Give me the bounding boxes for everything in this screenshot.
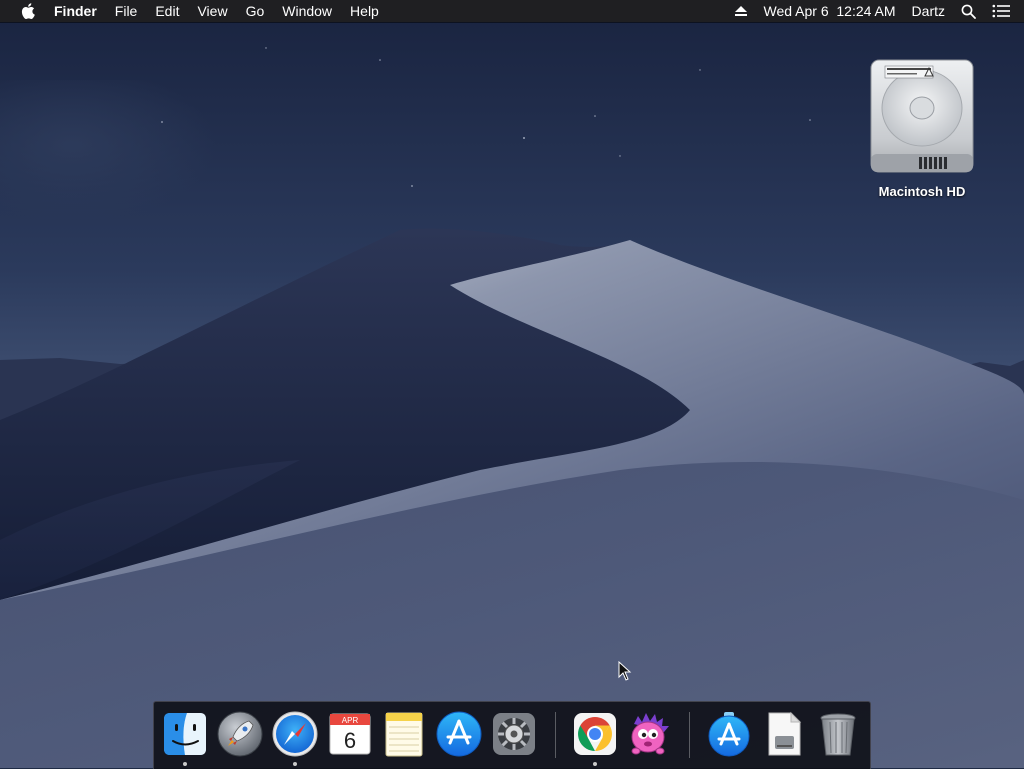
dock-running-indicator: [293, 762, 297, 766]
app-store-download-icon: [705, 710, 753, 758]
dock-document[interactable]: [760, 710, 808, 758]
apple-logo-icon[interactable]: [17, 0, 39, 22]
desktop-icon-label: Macintosh HD: [860, 184, 984, 199]
safari-compass-icon: [271, 710, 319, 758]
dock-app-store[interactable]: [435, 710, 483, 758]
menu-window[interactable]: Window: [273, 0, 341, 22]
gear-icon: [490, 710, 538, 758]
menu-file[interactable]: File: [106, 0, 147, 22]
dock-app-store-download[interactable]: [705, 710, 753, 758]
dock-trash[interactable]: [814, 710, 862, 758]
dock-calendar[interactable]: APR 6: [326, 710, 374, 758]
desktop-icon-macintosh-hd[interactable]: Macintosh HD: [860, 56, 984, 199]
launchpad-rocket-icon: [216, 710, 264, 758]
clock[interactable]: Wed Apr 6 12:24 AM: [756, 0, 904, 22]
dock-pink-creature-app[interactable]: [624, 710, 672, 758]
calendar-day: 6: [344, 728, 356, 753]
dock-running-indicator: [183, 762, 187, 766]
dock-separator: [555, 712, 556, 758]
dock-safari[interactable]: [271, 710, 319, 758]
dock-finder[interactable]: [161, 710, 209, 758]
list-icon[interactable]: [984, 4, 1024, 18]
search-icon[interactable]: [953, 4, 984, 19]
dock-separator: [689, 712, 690, 758]
menu-go[interactable]: Go: [237, 0, 274, 22]
dock-system-preferences[interactable]: [490, 710, 538, 758]
menu-bar-left: Finder File Edit View Go Window Help: [0, 0, 388, 22]
document-icon: [760, 710, 808, 758]
dock-notes[interactable]: [380, 710, 428, 758]
pink-creature-icon: [624, 710, 672, 758]
dock-running-indicator: [593, 762, 597, 766]
mouse-cursor-icon: [618, 661, 632, 681]
dock-launchpad[interactable]: [216, 710, 264, 758]
menu-help[interactable]: Help: [341, 0, 388, 22]
trash-icon: [814, 710, 862, 758]
menu-finder[interactable]: Finder: [45, 0, 106, 22]
chrome-icon: [571, 710, 619, 758]
calendar-icon: APR 6: [326, 710, 374, 758]
dock-chrome[interactable]: [571, 710, 619, 758]
hard-drive-icon: [865, 56, 979, 176]
app-store-icon: [435, 710, 483, 758]
user-menu[interactable]: Dartz: [904, 0, 953, 22]
calendar-month: APR: [342, 716, 359, 725]
menu-bar-status: Wed Apr 6 12:24 AM Dartz: [726, 0, 1024, 22]
dock: APR 6: [153, 701, 871, 769]
menu-bar: Finder File Edit View Go Window Help Wed…: [0, 0, 1024, 22]
notes-icon: [380, 710, 428, 758]
eject-icon[interactable]: [726, 5, 756, 17]
menu-view[interactable]: View: [188, 0, 236, 22]
finder-icon: [161, 710, 209, 758]
menu-edit[interactable]: Edit: [146, 0, 188, 22]
